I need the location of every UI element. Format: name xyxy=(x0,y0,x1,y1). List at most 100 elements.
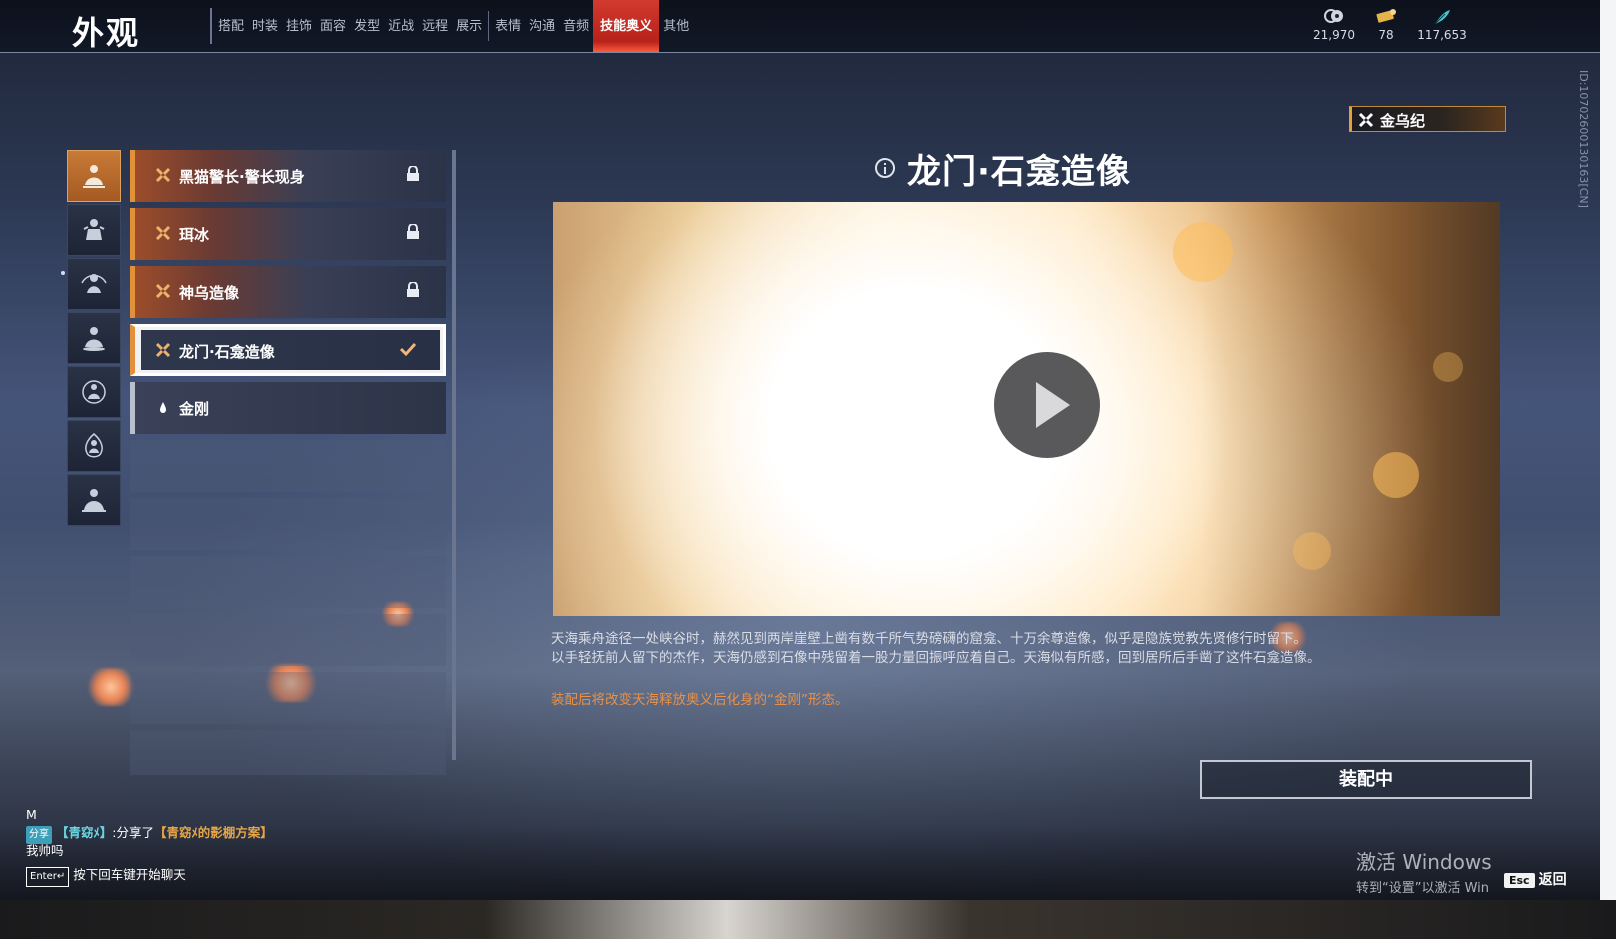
tab-biaoqing[interactable]: 表情 xyxy=(491,0,525,52)
series-badge: 金乌纪 xyxy=(1349,106,1506,132)
skill-item-label: 黑猫警长·警长现身 xyxy=(179,168,305,186)
tab-goutong[interactable]: 沟通 xyxy=(525,0,559,52)
bokeh-light xyxy=(1173,222,1233,282)
coin-stack-icon xyxy=(1306,8,1362,28)
currency-coins: 21,970 xyxy=(1306,8,1362,42)
figure-spinning-icon xyxy=(81,274,107,293)
chat-sender[interactable]: 【青窈ﾒ】 xyxy=(56,825,112,840)
category-tab-7[interactable] xyxy=(67,474,121,526)
watermark-line1: 激活 Windows xyxy=(1356,850,1492,874)
lock-icon xyxy=(407,282,419,297)
tab-separator xyxy=(488,11,490,41)
lock-icon xyxy=(407,166,419,181)
empty-slot xyxy=(130,556,446,608)
skill-description: 天海乘舟途径一处峡谷时，赫然见到两岸崖壁上凿有数千所气势磅礴的窟龛、十万余尊造像… xyxy=(551,630,1451,668)
category-tab-5[interactable] xyxy=(67,366,121,418)
chat-share-text: :分享了 xyxy=(112,825,154,840)
play-button-icon[interactable] xyxy=(994,352,1100,458)
figure-flame-icon xyxy=(85,433,103,458)
skill-list: 黑猫警长·警长现身 珥冰 神乌造像 龙门·石龛造像 金刚 xyxy=(130,150,448,795)
title-divider xyxy=(210,8,212,44)
currency-tickets: 78 xyxy=(1366,8,1406,42)
feather-icon xyxy=(1412,8,1472,28)
category-tab-1[interactable] xyxy=(67,150,121,202)
chat-faded-line xyxy=(26,796,273,806)
chat-hint-text: 按下回车键开始聊天 xyxy=(73,867,186,882)
skill-item[interactable]: 金刚 xyxy=(130,382,446,434)
currency-feathers-value: 117,653 xyxy=(1417,28,1467,42)
chat-hint[interactable]: Enter↵ 按下回车键开始聊天 xyxy=(26,866,273,887)
header-rule xyxy=(0,52,1600,53)
figure-shield-icon xyxy=(82,380,106,404)
figure-robed-icon xyxy=(82,489,106,512)
list-scrollbar[interactable] xyxy=(452,150,456,760)
tab-zhanshi[interactable]: 展示 xyxy=(452,0,486,52)
skill-item[interactable]: 神乌造像 xyxy=(130,266,446,318)
check-icon xyxy=(399,342,417,357)
info-icon[interactable] xyxy=(875,158,895,178)
tab-yuancheng[interactable]: 远程 xyxy=(418,0,452,52)
tab-mianrong[interactable]: 面容 xyxy=(316,0,350,52)
category-tab-2[interactable] xyxy=(67,204,121,256)
skill-title: 龙门·石龛造像 xyxy=(875,145,1131,192)
drop-glyph-icon xyxy=(160,402,166,413)
page-title: 外观 xyxy=(72,14,141,52)
figure-armored-icon xyxy=(83,219,105,240)
tab-yinpin[interactable]: 音频 xyxy=(559,0,593,52)
chat-line-share: 分享 【青窈ﾒ】:分享了【青窈ﾒ的影棚方案】 xyxy=(26,824,273,844)
skill-item-selected[interactable]: 龙门·石龛造像 xyxy=(130,324,446,376)
skill-item-label: 神乌造像 xyxy=(179,284,240,302)
category-tab-4[interactable] xyxy=(67,312,121,364)
window-edge xyxy=(1600,0,1616,900)
figure-meditating-icon xyxy=(83,165,105,188)
empty-slot xyxy=(130,730,446,775)
back-button[interactable]: Esc 返回 xyxy=(1504,869,1567,889)
empty-slot xyxy=(130,498,446,550)
category-column xyxy=(67,150,121,528)
equipped-button[interactable]: 装配中 xyxy=(1200,760,1532,799)
empty-slot xyxy=(130,672,446,724)
category-indicator-dot xyxy=(61,271,65,275)
cross-glyph-icon xyxy=(155,283,171,299)
watermark-line2: 转到“设置”以激活 Win xyxy=(1356,881,1490,896)
ticket-icon xyxy=(1366,8,1406,28)
skill-description-line: 天海乘舟途径一处峡谷时，赫然见到两岸崖壁上凿有数千所气势磅礴的窟龛、十万余尊造像… xyxy=(551,631,1307,647)
chat-line: 我帅吗 xyxy=(26,843,64,858)
currency-feathers: 117,653 xyxy=(1412,8,1472,42)
cross-glyph-icon xyxy=(155,167,171,183)
cross-glyph-icon xyxy=(155,225,171,241)
chat-box: M 分享 【青窈ﾒ】:分享了【青窈ﾒ的影棚方案】 我帅吗 Enter↵ 按下回车键开… xyxy=(26,796,273,887)
chat-shared-link[interactable]: 【青窈ﾒ的影棚方案】 xyxy=(154,825,273,840)
bokeh-light xyxy=(1433,352,1463,382)
skill-item[interactable]: 珥冰 xyxy=(130,208,446,260)
bokeh-light xyxy=(1373,452,1419,498)
skill-item-label: 珥冰 xyxy=(179,226,210,244)
enter-key-icon: Enter↵ xyxy=(26,867,70,887)
tab-jinzhan[interactable]: 近战 xyxy=(384,0,418,52)
skill-item-label: 龙门·石龛造像 xyxy=(179,343,275,361)
back-label: 返回 xyxy=(1538,872,1567,888)
tab-shizhuang[interactable]: 时装 xyxy=(248,0,282,52)
category-tab-6[interactable] xyxy=(67,420,121,472)
tab-faxing[interactable]: 发型 xyxy=(350,0,384,52)
tab-dapei[interactable]: 搭配 xyxy=(214,0,248,52)
equip-effect-note: 装配后将改变天海释放奥义后化身的“金刚”形态。 xyxy=(551,692,849,708)
currency-coins-value: 21,970 xyxy=(1313,28,1355,42)
tab-jineng-aoyi[interactable]: 技能奥义 xyxy=(593,0,660,52)
skill-item-label: 金刚 xyxy=(179,400,210,418)
top-bar: 外观 搭配 时装 挂饰 面容 发型 近战 远程 展示 表情 沟通 音频 技能奥义… xyxy=(0,0,1600,53)
tab-bar: 搭配 时装 挂饰 面容 发型 近战 远程 展示 表情 沟通 音频 技能奥义 其他 xyxy=(214,0,693,52)
category-tab-3[interactable] xyxy=(67,258,121,310)
lock-icon xyxy=(407,224,419,239)
series-badge-label: 金乌纪 xyxy=(1380,112,1426,130)
tab-qita[interactable]: 其他 xyxy=(659,0,693,52)
figure-seated-icon xyxy=(83,327,105,351)
video-trees xyxy=(1200,202,1500,616)
esc-key-icon: Esc xyxy=(1504,873,1535,888)
skill-title-text: 龙门·石龛造像 xyxy=(907,151,1131,192)
skill-item[interactable]: 黑猫警长·警长现身 xyxy=(130,150,446,202)
currency-tickets-value: 78 xyxy=(1378,28,1394,42)
empty-slot xyxy=(130,614,446,666)
chat-line: M xyxy=(26,807,37,822)
tab-guashi[interactable]: 挂饰 xyxy=(282,0,316,52)
